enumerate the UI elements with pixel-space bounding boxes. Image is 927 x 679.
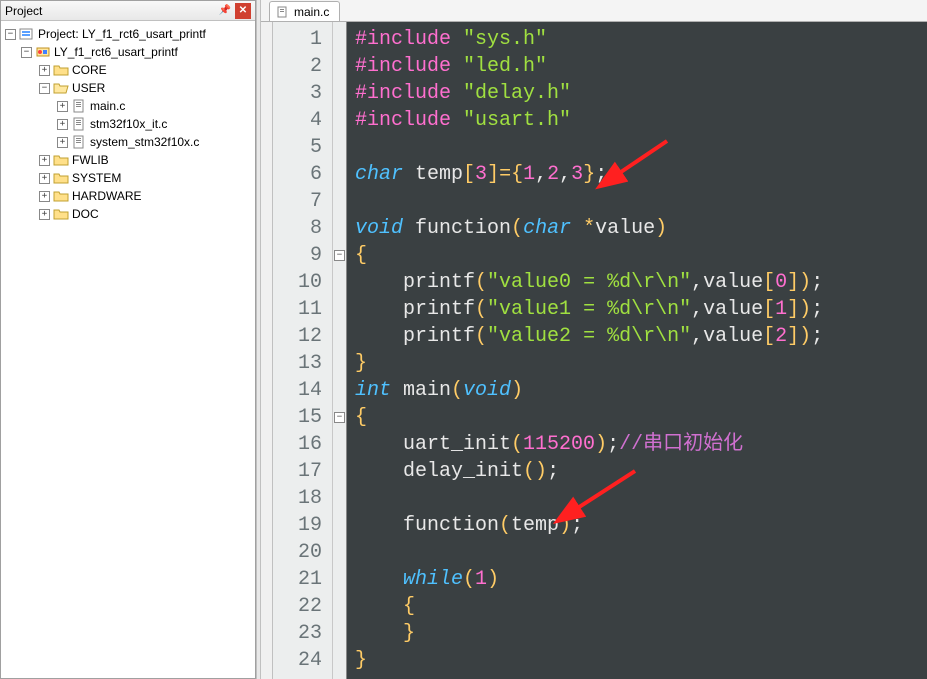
tree-file-sys[interactable]: + system_stm32f10x.c	[3, 133, 253, 151]
fold-gutter[interactable]: −−	[333, 22, 347, 679]
c-file-icon	[71, 135, 87, 149]
tree-folder-core[interactable]: + CORE	[3, 61, 253, 79]
expand-icon[interactable]: +	[39, 191, 50, 202]
tree-folder-system[interactable]: + SYSTEM	[3, 169, 253, 187]
fold-toggle-icon[interactable]: −	[334, 412, 345, 423]
expand-icon[interactable]: −	[5, 29, 16, 40]
tree-label: system_stm32f10x.c	[90, 135, 199, 149]
folder-icon	[53, 63, 69, 77]
tree-folder-fwlib[interactable]: + FWLIB	[3, 151, 253, 169]
tree-label: LY_f1_rct6_usart_printf	[54, 45, 178, 59]
expand-icon[interactable]: −	[39, 83, 50, 94]
code-editor[interactable]: 123456789101112131415161718192021222324 …	[261, 22, 927, 679]
c-file-icon	[276, 6, 290, 18]
target-icon	[35, 45, 51, 59]
fold-toggle-icon[interactable]: −	[334, 250, 345, 261]
editor-area: main.c 123456789101112131415161718192021…	[261, 0, 927, 679]
tree-project-root[interactable]: − Project: LY_f1_rct6_usart_printf	[3, 25, 253, 43]
expand-icon[interactable]: +	[57, 101, 68, 112]
tree-folder-hardware[interactable]: + HARDWARE	[3, 187, 253, 205]
code-body[interactable]: #include "sys.h"#include "led.h"#include…	[347, 22, 927, 679]
tree-file-it[interactable]: + stm32f10x_it.c	[3, 115, 253, 133]
tree-label: CORE	[72, 63, 107, 77]
expand-icon[interactable]: +	[57, 119, 68, 130]
expand-icon[interactable]: +	[39, 65, 50, 76]
expand-icon[interactable]: +	[39, 155, 50, 166]
tree-label: Project: LY_f1_rct6_usart_printf	[38, 27, 206, 41]
tree-label: stm32f10x_it.c	[90, 117, 167, 131]
tree-target[interactable]: − LY_f1_rct6_usart_printf	[3, 43, 253, 61]
folder-icon	[53, 153, 69, 167]
folder-icon	[53, 189, 69, 203]
pin-icon[interactable]: 📌	[217, 3, 233, 19]
tab-main-c[interactable]: main.c	[269, 1, 340, 21]
expand-icon[interactable]: +	[39, 209, 50, 220]
tab-label: main.c	[294, 5, 329, 19]
editor-margin	[261, 22, 273, 679]
tree-label: FWLIB	[72, 153, 109, 167]
expand-icon[interactable]: +	[57, 137, 68, 148]
project-panel: Project 📌 ✕ − Project: LY_f1_rct6_usart_…	[0, 0, 256, 679]
expand-icon[interactable]: −	[21, 47, 32, 58]
tree-label: HARDWARE	[72, 189, 142, 203]
panel-title: Project	[5, 4, 215, 18]
tree-folder-user[interactable]: − USER	[3, 79, 253, 97]
c-file-icon	[71, 117, 87, 131]
tab-bar: main.c	[261, 0, 927, 22]
tree-folder-doc[interactable]: + DOC	[3, 205, 253, 223]
tree-label: USER	[72, 81, 105, 95]
line-number-gutter: 123456789101112131415161718192021222324	[273, 22, 333, 679]
folder-icon	[53, 207, 69, 221]
close-icon[interactable]: ✕	[235, 3, 251, 19]
panel-header: Project 📌 ✕	[1, 1, 255, 21]
tree-label: main.c	[90, 99, 125, 113]
tree-file-main[interactable]: + main.c	[3, 97, 253, 115]
folder-open-icon	[53, 81, 69, 95]
expand-icon[interactable]: +	[39, 173, 50, 184]
c-file-icon	[71, 99, 87, 113]
project-icon	[19, 27, 35, 41]
folder-icon	[53, 171, 69, 185]
tree-label: SYSTEM	[72, 171, 121, 185]
tree-label: DOC	[72, 207, 99, 221]
project-tree[interactable]: − Project: LY_f1_rct6_usart_printf − LY_…	[1, 21, 255, 678]
